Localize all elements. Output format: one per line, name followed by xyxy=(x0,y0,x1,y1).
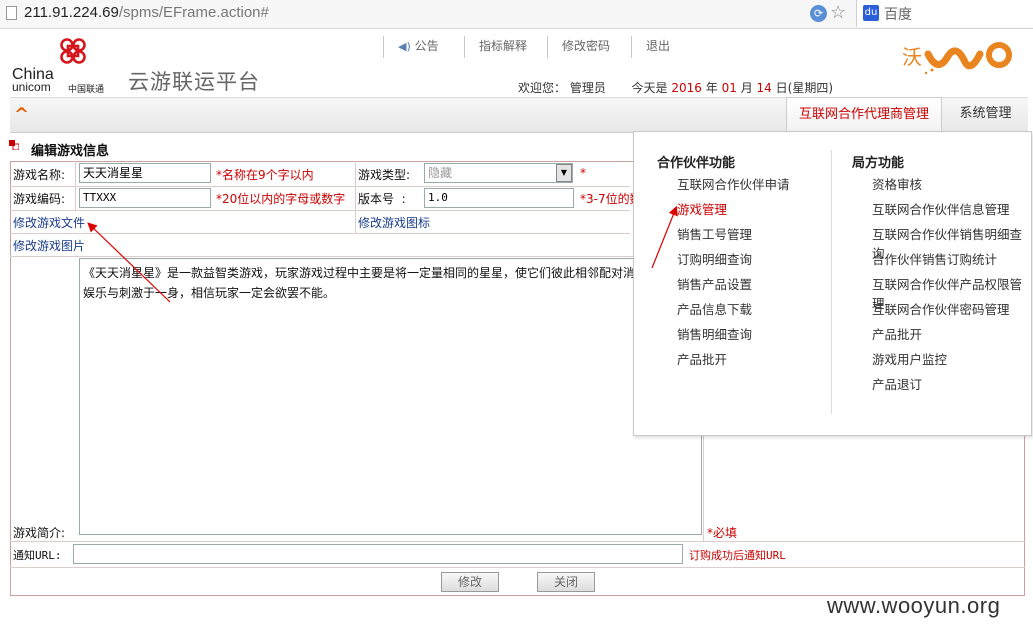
dropdown-partner-item[interactable]: 产品批开 xyxy=(677,349,727,368)
edit-game-file-link[interactable]: 修改游戏文件 xyxy=(13,214,85,231)
notify-url-input[interactable] xyxy=(73,544,683,564)
save-button[interactable]: 修改 xyxy=(441,572,499,592)
china-unicom-knot-icon xyxy=(60,38,86,64)
notify-url-hint: 订购成功后通知URL xyxy=(689,549,786,562)
form-divider xyxy=(10,233,630,234)
game-code-input[interactable]: TTXXX xyxy=(79,188,211,208)
dropdown-operator-item[interactable]: 资格审核 xyxy=(872,174,922,193)
form-divider xyxy=(10,541,1025,542)
watermark-text: www.wooyun.org xyxy=(827,593,1001,618)
bookmark-star-icon[interactable]: ☆ xyxy=(830,2,846,23)
wo-brand-logo: 沃 xyxy=(902,42,1012,75)
tab-system-management[interactable]: 系统管理 xyxy=(943,97,1028,131)
logo-text-cn: 中国联通 xyxy=(68,85,105,95)
dropdown-column-divider xyxy=(831,150,832,414)
game-type-label: 游戏类型: xyxy=(358,168,411,182)
form-divider xyxy=(10,567,1025,568)
top-nav-change-password[interactable]: 修改密码 xyxy=(547,36,632,58)
logo-text-unicom: unicom xyxy=(12,80,51,94)
form-title: 编辑游戏信息 xyxy=(31,144,110,159)
dropdown-partner-item[interactable]: 销售工号管理 xyxy=(677,224,752,243)
date-month-unit: 月 xyxy=(740,81,753,95)
top-nav-notice-label: 公告 xyxy=(414,39,439,53)
date-month: 01 xyxy=(721,81,737,95)
dropdown-operator-item[interactable]: 互联网合作伙伴信息管理 xyxy=(872,199,1010,218)
game-type-required: * xyxy=(580,166,586,180)
date-year: 2016 xyxy=(671,81,702,95)
form-divider xyxy=(10,210,630,211)
game-name-input[interactable]: 天天消星星 xyxy=(79,163,211,183)
section-marker-icon xyxy=(9,140,19,150)
dropdown-operator-item[interactable]: 游戏用户监控 xyxy=(872,349,947,368)
top-nav-logout[interactable]: 退出 xyxy=(631,36,696,58)
dropdown-operator-item[interactable]: 产品批开 xyxy=(872,324,922,343)
form-divider xyxy=(10,186,630,187)
tab-partner-agent-management[interactable]: 互联网合作代理商管理 xyxy=(786,97,942,131)
game-code-label: 游戏编码: xyxy=(13,192,66,206)
game-type-select[interactable]: 隐藏 xyxy=(424,163,573,183)
game-description-textarea[interactable]: 《天天消星星》是一款益智类游戏，玩家游戏过程中主要是将一定量相同的星星，使它们彼… xyxy=(79,258,702,535)
top-nav-metrics[interactable]: 指标解释 xyxy=(464,36,549,58)
game-description-required: *必填 xyxy=(707,526,738,540)
page-icon xyxy=(6,6,17,20)
svg-text:沃: 沃 xyxy=(902,45,922,69)
dropdown-partner-item[interactable]: 互联网合作伙伴申请 xyxy=(677,174,790,193)
today-label: 今天是 xyxy=(631,81,668,95)
user-name: 管理员 xyxy=(569,81,606,95)
form-divider xyxy=(703,434,704,541)
game-description-label: 游戏简介: xyxy=(13,526,66,540)
date-year-unit: 年 xyxy=(705,81,718,95)
browser-search-input[interactable] xyxy=(856,0,1033,27)
dropdown-partner-item[interactable]: 销售产品设置 xyxy=(677,274,752,293)
dropdown-partner-item[interactable]: 销售明细查询 xyxy=(677,324,752,343)
edit-game-image-link[interactable]: 修改游戏图片 xyxy=(13,237,85,254)
game-name-hint: *名称在9个字以内 xyxy=(216,168,314,182)
address-bar[interactable]: 211.91.224.69/spms/EFrame.action# xyxy=(24,4,269,21)
baidu-icon: du xyxy=(863,5,879,21)
dropdown-operator-functions-heading: 局方功能 xyxy=(852,156,905,171)
date-weekday: (星期四) xyxy=(787,81,834,95)
browser-search-placeholder: 百度 xyxy=(884,7,912,23)
form-divider xyxy=(75,161,76,210)
welcome-label: 欢迎您： xyxy=(518,81,567,95)
date-day-unit: 日 xyxy=(775,81,788,95)
dropdown-partner-item[interactable]: 产品信息下载 xyxy=(677,299,752,318)
welcome-line: 欢迎您： 管理员 今天是 2016 年 01 月 14 日(星期四) xyxy=(518,79,833,96)
dropdown-partner-item[interactable]: 游戏管理 xyxy=(677,199,727,218)
url-path: /spms/EFrame.action# xyxy=(118,4,269,21)
dropdown-partner-functions-heading: 合作伙伴功能 xyxy=(657,156,736,171)
version-label: 版本号 : xyxy=(358,192,406,206)
game-code-hint: *20位以内的字母或数字 xyxy=(216,192,346,206)
edit-game-icon-link[interactable]: 修改游戏图标 xyxy=(358,214,430,231)
collapse-header-icon[interactable]: ^ xyxy=(14,104,29,125)
url-host: 211.91.224.69 xyxy=(24,4,119,21)
platform-title: 云游联运平台 xyxy=(128,70,260,94)
date-day: 14 xyxy=(756,81,772,95)
dropdown-operator-item[interactable]: 互联网合作伙伴密码管理 xyxy=(872,299,1010,318)
notify-url-label: 通知URL: xyxy=(13,549,62,562)
top-nav-notice[interactable]: ◀) 公告 xyxy=(383,36,466,58)
reload-icon[interactable]: ⟳ xyxy=(810,5,827,22)
dropdown-operator-item[interactable]: 合作伙伴销售订购统计 xyxy=(872,249,997,268)
speaker-icon: ◀) xyxy=(398,40,411,53)
form-divider xyxy=(355,161,356,233)
game-name-label: 游戏名称: xyxy=(13,168,66,182)
dropdown-partner-item[interactable]: 订购明细查询 xyxy=(677,249,752,268)
chevron-down-icon[interactable]: ▼ xyxy=(556,164,572,182)
version-input[interactable]: 1.0 xyxy=(424,188,574,208)
close-button[interactable]: 关闭 xyxy=(537,572,595,592)
dropdown-operator-item[interactable]: 产品退订 xyxy=(872,374,922,393)
